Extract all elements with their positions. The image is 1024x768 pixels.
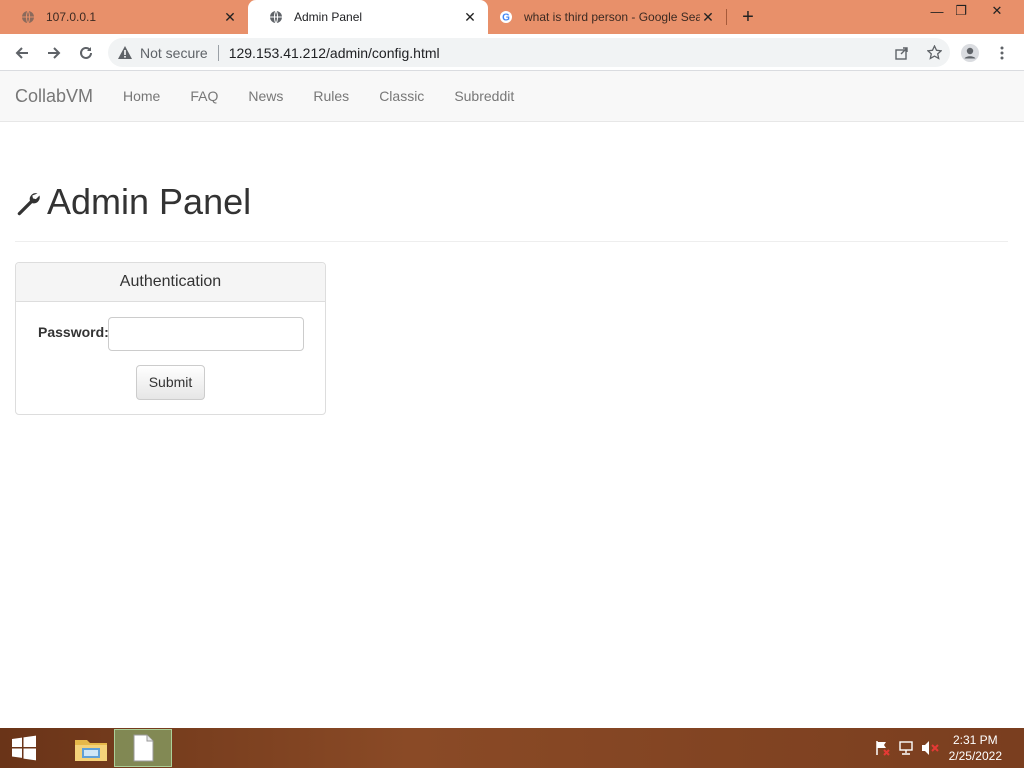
system-clock[interactable]: 2:31 PM 2/25/2022 xyxy=(949,732,1002,764)
clock-date: 2/25/2022 xyxy=(948,749,1002,763)
nav-classic[interactable]: Classic xyxy=(364,71,439,122)
tab-title: Admin Panel xyxy=(294,10,363,24)
nav-news[interactable]: News xyxy=(233,71,298,122)
tab-2-active[interactable]: Admin Panel ✕ xyxy=(248,0,488,34)
back-icon[interactable] xyxy=(8,39,36,67)
nav-rules[interactable]: Rules xyxy=(298,71,364,122)
site-brand[interactable]: CollabVM xyxy=(15,86,93,107)
profile-icon[interactable] xyxy=(956,39,984,67)
close-window-icon[interactable]: ✕ xyxy=(980,0,1014,22)
omnibox-actions xyxy=(886,38,950,67)
close-tab-icon[interactable]: ✕ xyxy=(222,9,238,25)
google-icon: G xyxy=(498,9,514,25)
new-tab-icon[interactable]: + xyxy=(736,5,760,29)
notepad-app-icon[interactable] xyxy=(114,729,172,767)
page-title: Admin Panel xyxy=(47,181,252,222)
site-navbar: CollabVM Home FAQ News Rules Classic Sub… xyxy=(0,71,1024,122)
windows-start-icon[interactable] xyxy=(0,728,48,768)
forward-icon[interactable] xyxy=(40,39,68,67)
page-header: Admin Panel xyxy=(15,180,1008,242)
restore-icon[interactable]: ❐ xyxy=(944,0,978,22)
browser-tab-strip: 107.0.0.1 ✕ Admin Panel ✕ G what is thir… xyxy=(0,0,1024,34)
divider xyxy=(217,44,219,61)
file-explorer-icon[interactable] xyxy=(62,729,120,767)
menu-kebab-icon[interactable] xyxy=(988,39,1016,67)
tab-1[interactable]: 107.0.0.1 ✕ xyxy=(0,0,248,34)
address-bar[interactable]: Not secure 129.153.41.212/admin/config.h… xyxy=(108,38,950,67)
network-icon[interactable] xyxy=(896,728,916,768)
password-field[interactable] xyxy=(108,317,304,351)
tab-title: 107.0.0.1 xyxy=(46,10,97,24)
share-icon[interactable] xyxy=(886,38,918,67)
authentication-panel: Authentication Password: Submit xyxy=(15,262,326,415)
browser-toolbar: Not secure 129.153.41.212/admin/config.h… xyxy=(0,34,1024,71)
svg-text:G: G xyxy=(502,13,510,24)
wrench-icon xyxy=(15,190,41,216)
submit-button[interactable]: Submit xyxy=(136,365,205,400)
clock-time: 2:31 PM xyxy=(952,733,998,747)
nav-subreddit[interactable]: Subreddit xyxy=(439,71,529,122)
warning-icon[interactable] xyxy=(118,46,132,59)
volume-muted-icon[interactable] xyxy=(920,728,940,768)
close-tab-icon[interactable]: ✕ xyxy=(462,9,478,25)
tab-3[interactable]: G what is third person - Google Sea ✕ xyxy=(488,0,726,34)
globe-icon xyxy=(268,9,284,25)
url-text[interactable]: 129.153.41.212/admin/config.html xyxy=(229,45,440,61)
windows-taskbar: 2:31 PM 2/25/2022 xyxy=(0,728,1024,768)
reload-icon[interactable] xyxy=(72,39,100,67)
nav-home[interactable]: Home xyxy=(108,71,175,122)
panel-heading: Authentication xyxy=(16,263,325,302)
bookmark-star-icon[interactable] xyxy=(918,38,950,67)
password-label: Password: xyxy=(38,324,109,340)
security-label[interactable]: Not secure xyxy=(140,45,208,61)
action-center-flag-icon[interactable] xyxy=(872,728,892,768)
close-tab-icon[interactable]: ✕ xyxy=(700,9,716,25)
tab-title: what is third person - Google Sea xyxy=(524,10,700,24)
nav-links: Home FAQ News Rules Classic Subreddit xyxy=(108,71,529,122)
tab-separator xyxy=(726,9,727,25)
globe-icon xyxy=(20,9,36,25)
nav-faq[interactable]: FAQ xyxy=(175,71,233,122)
